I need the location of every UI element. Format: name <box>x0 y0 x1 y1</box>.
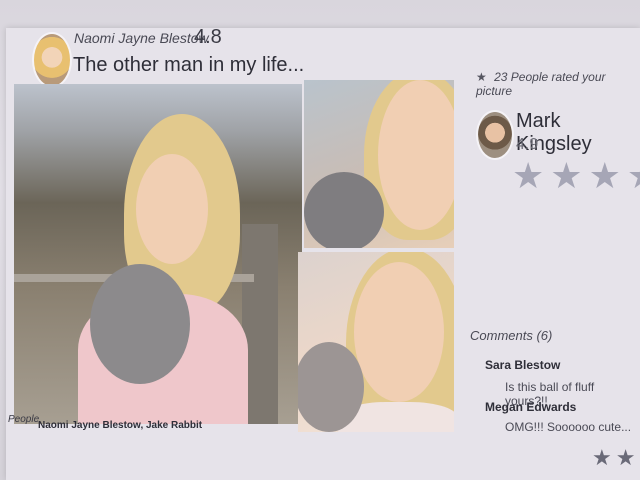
author-avatar[interactable] <box>32 32 72 88</box>
screen: Naomi Jayne Blestow 4.8 The other man in… <box>0 0 640 480</box>
people-names[interactable]: Naomi Jayne Blestow, Jake Rabbit <box>38 420 202 431</box>
star-icon[interactable]: ★ <box>592 446 612 470</box>
photo-bottom-right[interactable] <box>298 252 454 432</box>
rated-text: 23 People rated your picture <box>476 70 606 98</box>
author-rating: 4.8 <box>194 26 222 48</box>
star-icon[interactable]: ★ <box>616 446 636 470</box>
rating-stars: ★ ★ ★ ★ <box>512 156 640 196</box>
reviewer-avatar[interactable] <box>476 110 514 160</box>
star-icon[interactable]: ★ <box>627 156 640 196</box>
face <box>378 80 454 230</box>
rabbit <box>90 264 190 384</box>
comments-header[interactable]: Comments (6) <box>470 328 552 343</box>
rated-summary[interactable]: ★ 23 People rated your picture <box>476 70 640 98</box>
star-icon: ★ <box>476 70 487 84</box>
people-label: People <box>8 414 40 425</box>
star-icon[interactable]: ★ <box>512 156 544 196</box>
author-name[interactable]: Naomi Jayne Blestow <box>74 30 209 46</box>
star-icon[interactable]: ★ <box>589 156 621 196</box>
comment-author[interactable]: Megan Edwards <box>485 400 576 414</box>
bottom-stars: ★ ★ <box>592 446 635 470</box>
comment-text: OMG!!! Soooooo cute... <box>505 420 632 434</box>
photo-top-right[interactable] <box>304 80 454 248</box>
rabbit <box>304 172 384 248</box>
face <box>354 262 444 402</box>
post-caption: The other man in my life... <box>73 54 305 76</box>
reviewer-rating: 4.9 <box>516 136 539 153</box>
face <box>136 154 208 264</box>
comment-author[interactable]: Sara Blestow <box>485 358 560 372</box>
photo-main[interactable] <box>14 84 302 424</box>
star-icon[interactable]: ★ <box>550 156 582 196</box>
